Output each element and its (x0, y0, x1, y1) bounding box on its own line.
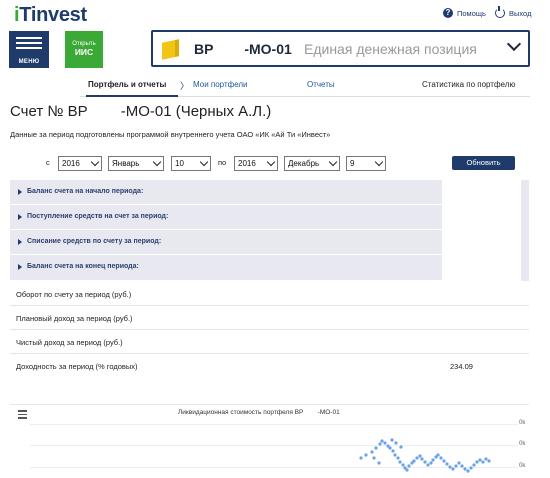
chart-point (472, 463, 476, 467)
chart-point (451, 467, 455, 471)
chart-point (436, 453, 440, 457)
chart-point (463, 467, 467, 471)
chart-point (394, 441, 398, 445)
chart-point (396, 456, 400, 460)
chart-point (448, 465, 452, 469)
chart-point (383, 441, 387, 445)
chart-point (390, 438, 394, 442)
chart-point (484, 457, 488, 461)
chart-point (399, 445, 403, 449)
chart-point (393, 453, 397, 457)
chart-point (457, 461, 461, 465)
chart-point (415, 456, 419, 460)
chart-point (442, 459, 446, 463)
chart-point (487, 459, 491, 463)
chart-point (378, 442, 382, 446)
chart-point (364, 453, 368, 457)
chart-point (380, 439, 384, 443)
chart-point (469, 466, 473, 470)
chart-point (478, 458, 482, 462)
chart-point (481, 460, 485, 464)
chart-point (423, 460, 427, 464)
chart-point (475, 460, 479, 464)
chart-point (407, 464, 411, 468)
chart-point (377, 461, 381, 465)
chart-point (426, 463, 430, 467)
chart-point (401, 463, 405, 467)
chart-point (405, 468, 409, 472)
chart-point (388, 446, 392, 450)
chart-point (374, 446, 378, 450)
chart-point (370, 450, 374, 454)
chart-point (466, 469, 470, 473)
chart-point (418, 454, 422, 458)
chart-point (398, 460, 402, 464)
chart-point (359, 456, 363, 460)
chart-point (431, 458, 435, 462)
chart-point (372, 456, 376, 460)
chart-point (429, 461, 433, 465)
chart-point (420, 457, 424, 461)
chart-point (454, 464, 458, 468)
chart-point (439, 456, 443, 460)
chart-point (445, 462, 449, 466)
chart-point (460, 464, 464, 468)
chart-point (391, 449, 395, 453)
chart-plot-area (359, 438, 491, 473)
chart-point (412, 459, 416, 463)
